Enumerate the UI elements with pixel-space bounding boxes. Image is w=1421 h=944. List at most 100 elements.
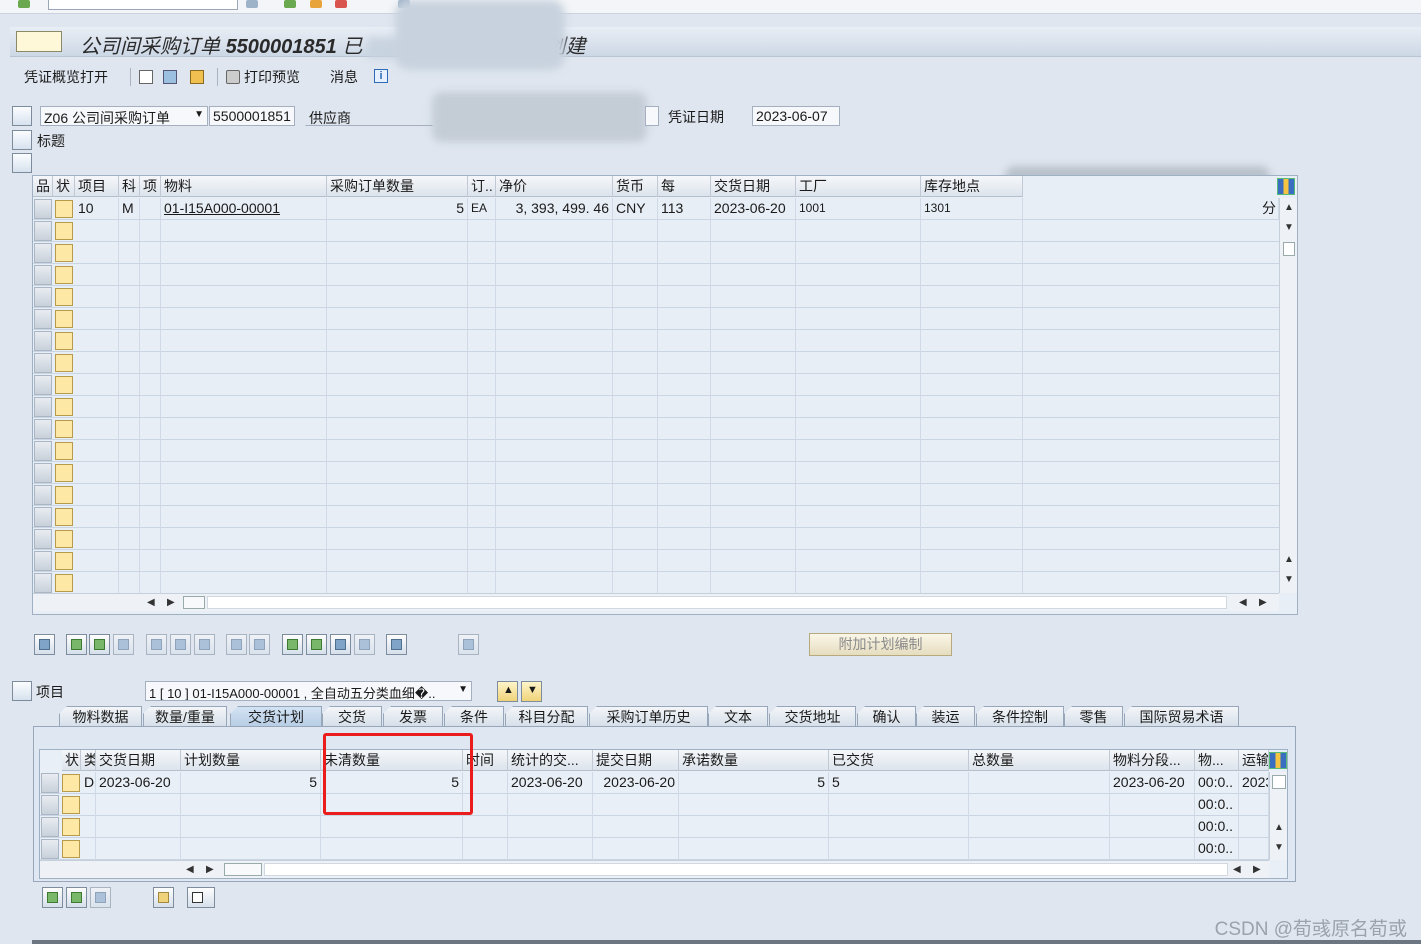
table-cell[interactable] <box>119 462 140 484</box>
tab-11[interactable]: 确认 <box>857 706 916 727</box>
table-cell[interactable] <box>119 308 140 330</box>
table-cell[interactable] <box>140 264 161 286</box>
table-cell[interactable] <box>75 286 119 308</box>
table-cell[interactable] <box>327 286 468 308</box>
empty-row[interactable] <box>33 550 1279 572</box>
insert-row-button[interactable] <box>42 887 63 908</box>
filter-button[interactable] <box>330 634 351 655</box>
table-cell[interactable] <box>711 396 796 418</box>
header-expand-icon[interactable] <box>12 130 32 150</box>
delete-item-button[interactable] <box>113 634 134 655</box>
row-selector[interactable] <box>41 817 59 837</box>
table-cell[interactable] <box>119 484 140 506</box>
table-cell[interactable] <box>921 286 1023 308</box>
table-cell[interactable] <box>679 838 829 860</box>
document-date-field[interactable]: 2023-06-07 <box>752 106 840 126</box>
table-cell[interactable] <box>829 816 969 838</box>
table-cell[interactable] <box>796 550 921 572</box>
table-cell[interactable] <box>161 220 327 242</box>
column-header[interactable]: 已交货 <box>829 750 969 771</box>
table-cell[interactable] <box>658 440 711 462</box>
row-selector[interactable] <box>34 463 52 483</box>
schedule-row[interactable]: 00:0.. <box>40 794 1269 816</box>
table-cell[interactable] <box>921 374 1023 396</box>
table-cell[interactable]: M <box>119 198 140 220</box>
row-selector[interactable] <box>41 773 59 793</box>
table-cell[interactable] <box>679 816 829 838</box>
table-cell[interactable] <box>711 572 796 594</box>
table-cell[interactable] <box>921 330 1023 352</box>
empty-row[interactable] <box>33 264 1279 286</box>
exit-icon[interactable] <box>310 0 322 8</box>
column-header[interactable]: 每 <box>658 176 711 197</box>
table-cell[interactable] <box>496 352 613 374</box>
table-cell[interactable] <box>327 528 468 550</box>
table-cell[interactable] <box>161 418 327 440</box>
table-cell[interactable] <box>829 838 969 860</box>
table-cell[interactable] <box>327 330 468 352</box>
table-cell[interactable] <box>658 308 711 330</box>
table-cell[interactable] <box>119 220 140 242</box>
table-cell[interactable] <box>496 308 613 330</box>
table-cell[interactable] <box>468 528 496 550</box>
table-cell[interactable] <box>1239 816 1269 838</box>
sort-asc-button[interactable] <box>282 634 303 655</box>
table-cell[interactable] <box>327 440 468 462</box>
empty-row[interactable] <box>33 418 1279 440</box>
table-cell[interactable] <box>921 572 1023 594</box>
command-field[interactable] <box>48 0 238 10</box>
empty-row[interactable] <box>33 220 1279 242</box>
table-cell[interactable] <box>658 550 711 572</box>
table-cell[interactable] <box>969 838 1110 860</box>
tab-4[interactable]: 交货 <box>322 706 382 727</box>
table-cell[interactable] <box>711 264 796 286</box>
table-cell[interactable] <box>658 286 711 308</box>
table-cell[interactable]: 00:0.. <box>1195 838 1239 860</box>
table-cell[interactable] <box>161 374 327 396</box>
table-cell[interactable] <box>496 242 613 264</box>
table-cell[interactable] <box>119 264 140 286</box>
table-cell[interactable] <box>969 816 1110 838</box>
info-icon[interactable]: i <box>374 69 388 83</box>
table-cell[interactable] <box>81 838 96 860</box>
table-cell[interactable] <box>468 440 496 462</box>
table-cell[interactable] <box>161 572 327 594</box>
tab-14[interactable]: 零售 <box>1064 706 1123 727</box>
table-cell[interactable] <box>613 220 658 242</box>
table-cell[interactable] <box>468 220 496 242</box>
row-selector[interactable] <box>34 419 52 439</box>
empty-row[interactable] <box>33 330 1279 352</box>
table-cell[interactable]: D <box>81 772 96 794</box>
schedule-vertical-scrollbar[interactable]: ▲ ▼ <box>1269 772 1287 860</box>
column-header[interactable]: 物... <box>1195 750 1239 771</box>
table-cell[interactable] <box>140 484 161 506</box>
column-header[interactable]: 项目 <box>75 176 119 197</box>
table-cell[interactable] <box>119 506 140 528</box>
table-cell[interactable] <box>1110 794 1195 816</box>
details-button[interactable] <box>34 634 55 655</box>
column-header[interactable]: 净价 <box>496 176 613 197</box>
table-cell[interactable] <box>161 330 327 352</box>
table-cell[interactable] <box>508 794 593 816</box>
table-cell[interactable]: 2023 <box>1239 772 1269 794</box>
table-cell[interactable] <box>496 462 613 484</box>
row-selector[interactable] <box>34 485 52 505</box>
table-cell[interactable] <box>468 484 496 506</box>
table-cell[interactable] <box>496 572 613 594</box>
column-header[interactable]: 交货日期 <box>96 750 181 771</box>
tab-9[interactable]: 文本 <box>708 706 768 727</box>
table-cell[interactable] <box>921 308 1023 330</box>
table-cell[interactable] <box>75 220 119 242</box>
table-cell[interactable] <box>75 308 119 330</box>
table-cell[interactable] <box>468 396 496 418</box>
table-cell[interactable] <box>463 816 508 838</box>
row-selector[interactable] <box>34 375 52 395</box>
table-cell[interactable] <box>119 396 140 418</box>
table-cell[interactable] <box>508 838 593 860</box>
table-cell[interactable] <box>613 506 658 528</box>
save-icon[interactable] <box>246 0 258 8</box>
table-cell[interactable] <box>96 794 181 816</box>
table-cell[interactable] <box>81 816 96 838</box>
empty-row[interactable] <box>33 286 1279 308</box>
table-cell[interactable] <box>119 572 140 594</box>
